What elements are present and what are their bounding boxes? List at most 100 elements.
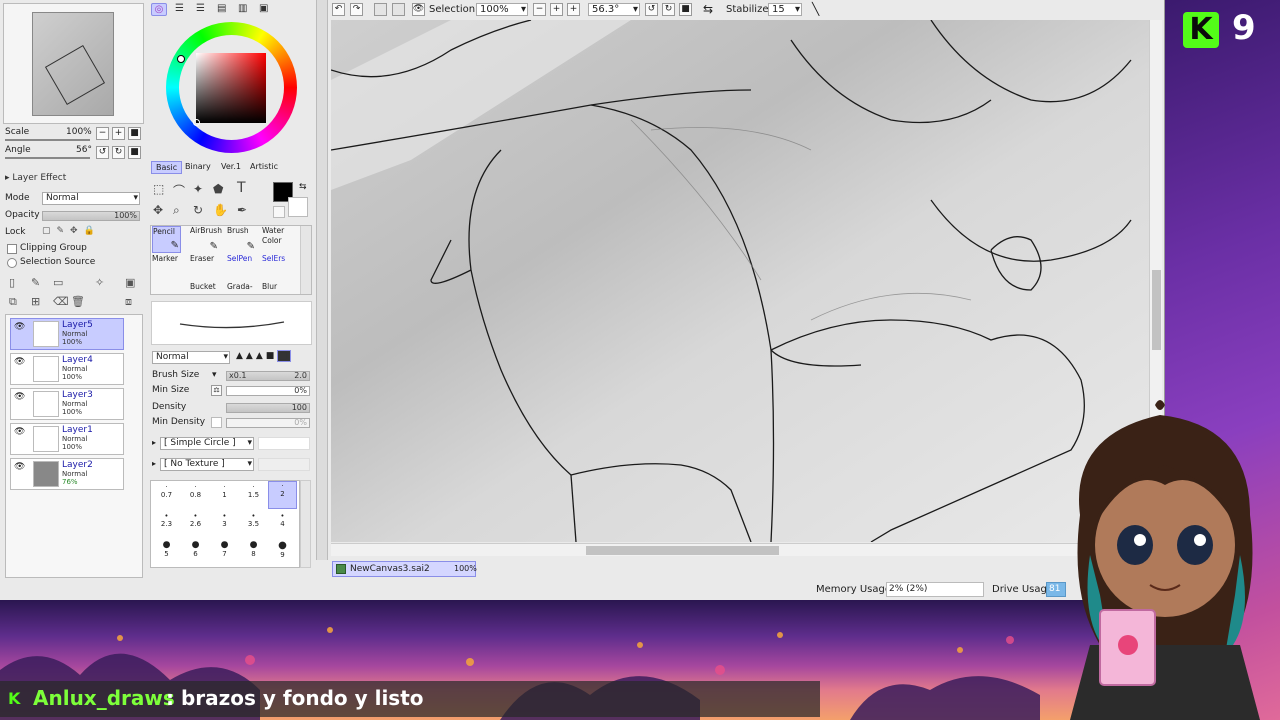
- rotate-icon[interactable]: ↻: [193, 203, 203, 217]
- tab-artistic[interactable]: Artistic: [250, 162, 278, 171]
- drawing-canvas[interactable]: [331, 20, 1149, 542]
- layer-row[interactable]: 👁 Layer5 Normal 100%: [10, 318, 124, 350]
- copy-layer-icon[interactable]: ⧉: [9, 295, 17, 309]
- tool-selers[interactable]: SelErs: [262, 254, 291, 281]
- lasso-icon[interactable]: ⌒: [173, 182, 185, 199]
- scale-slider[interactable]: [5, 139, 90, 141]
- min-density-toggle-icon[interactable]: [211, 417, 222, 428]
- hsv-slider-tab-icon[interactable]: ☰: [196, 3, 205, 14]
- secondary-color-swatch[interactable]: [288, 197, 308, 217]
- redo-button[interactable]: ↷: [350, 3, 363, 16]
- swatches-tab-icon[interactable]: ▤: [217, 3, 226, 14]
- zoom-out-button[interactable]: −: [96, 127, 109, 140]
- tool-marker[interactable]: Marker: [152, 254, 181, 281]
- scrollbar-thumb[interactable]: [586, 546, 779, 555]
- clipping-group-checkbox[interactable]: [7, 244, 17, 254]
- size-preset[interactable]: • 2.3: [152, 512, 181, 540]
- brush-texture-strength[interactable]: [258, 458, 310, 471]
- zoom-fit-button[interactable]: +: [567, 3, 580, 16]
- show-selection-icon[interactable]: 👁: [412, 3, 425, 16]
- min-size-slider[interactable]: 0%: [226, 386, 310, 396]
- eye-icon[interactable]: 👁: [14, 357, 25, 367]
- size-preset[interactable]: ● 6: [181, 540, 210, 568]
- size-preset[interactable]: ● 8: [239, 540, 268, 568]
- chevron-down-icon[interactable]: ▾: [212, 370, 217, 380]
- zoom-icon[interactable]: ⌕: [173, 203, 180, 218]
- new-folder-icon[interactable]: ▭: [53, 276, 63, 289]
- magic-wand-icon[interactable]: ✦: [193, 182, 203, 196]
- size-preset[interactable]: · 1.5: [239, 483, 268, 511]
- selection-source-checkbox[interactable]: [7, 258, 17, 268]
- eye-icon[interactable]: 👁: [14, 392, 25, 402]
- size-preset[interactable]: • 3: [210, 512, 239, 540]
- move-icon[interactable]: ✥: [153, 203, 163, 217]
- rotation-select[interactable]: 56.3° ▾: [588, 3, 640, 16]
- tool-brush[interactable]: Brush ✎: [227, 226, 256, 253]
- expand-arrow-icon[interactable]: ▸: [152, 459, 156, 468]
- merge-down-icon[interactable]: ⊞: [31, 295, 40, 308]
- size-preset-scrollbar[interactable]: [300, 480, 311, 568]
- brush-tip-shapes[interactable]: ▲▲▲■■: [236, 350, 310, 364]
- layer-opacity-slider[interactable]: 100%: [42, 211, 140, 221]
- color-saturation-box[interactable]: [196, 53, 266, 123]
- size-preset[interactable]: ● 7: [210, 540, 239, 568]
- layer-mode-select[interactable]: Normal ▾: [42, 192, 140, 205]
- tool-palette-scrollbar[interactable]: [300, 226, 311, 294]
- zoom-select[interactable]: 100% ▾: [476, 3, 528, 16]
- tool-selpen[interactable]: SelPen: [227, 254, 256, 281]
- layer-mask-icon[interactable]: ⧈: [125, 295, 132, 309]
- brush-texture-select[interactable]: [ No Texture ] ▾: [160, 458, 254, 471]
- min-size-toggle-icon[interactable]: ⚖: [211, 385, 222, 396]
- size-preset-selected[interactable]: · 2: [268, 481, 297, 509]
- hand-icon[interactable]: ✋: [213, 203, 228, 217]
- layer-row[interactable]: 👁 Layer3 Normal 100%: [10, 388, 124, 420]
- lock-icons[interactable]: ▢✎✥🔒: [42, 226, 101, 236]
- rect-select-icon[interactable]: ⬚: [153, 182, 164, 196]
- layer-row[interactable]: 👁 Layer2 Normal 76%: [10, 458, 124, 490]
- document-tab[interactable]: NewCanvas3.sai2 100%: [332, 561, 477, 577]
- eye-icon[interactable]: 👁: [14, 322, 25, 332]
- eye-icon[interactable]: 👁: [14, 462, 25, 472]
- brush-shape-strength[interactable]: [258, 437, 310, 450]
- swap-colors-icon[interactable]: ⇆: [299, 182, 307, 192]
- select-all-button[interactable]: [392, 3, 405, 16]
- deselect-button[interactable]: [374, 3, 387, 16]
- size-preset[interactable]: • 3.5: [239, 512, 268, 540]
- brush-size-slider[interactable]: x0.1 2.0: [226, 371, 310, 381]
- blend-mode-select[interactable]: Normal ▾: [152, 351, 230, 364]
- rotate-right-button[interactable]: ↻: [662, 3, 675, 16]
- tool-watercolor[interactable]: Water Color: [262, 226, 298, 253]
- navigator-preview[interactable]: [32, 12, 114, 116]
- rgb-slider-tab-icon[interactable]: ☰: [175, 3, 184, 14]
- density-slider[interactable]: 100: [226, 403, 310, 413]
- zoom-in-button[interactable]: +: [550, 3, 563, 16]
- flip-horizontal-icon[interactable]: ⇆: [703, 2, 713, 16]
- tool-gradation[interactable]: Grada-: [227, 282, 256, 294]
- eyedropper-icon[interactable]: ✒: [237, 203, 247, 217]
- rotate-right-button[interactable]: ↻: [112, 146, 125, 159]
- rotate-left-button[interactable]: ↺: [645, 3, 658, 16]
- tool-eraser[interactable]: Eraser: [190, 254, 219, 281]
- min-density-slider[interactable]: 0%: [226, 418, 310, 428]
- angle-slider[interactable]: [5, 157, 90, 159]
- zoom-out-button[interactable]: −: [533, 3, 546, 16]
- tab-basic[interactable]: Basic: [151, 161, 183, 174]
- layer-effect-header[interactable]: ▸ Layer Effect: [5, 173, 66, 183]
- straight-line-icon[interactable]: ╲: [812, 2, 819, 16]
- size-preset[interactable]: ● 5: [152, 540, 181, 568]
- tool-blur[interactable]: Blur: [262, 282, 291, 294]
- layer-row[interactable]: 👁 Layer4 Normal 100%: [10, 353, 124, 385]
- brush-shape-select[interactable]: [ Simple Circle ] ▾: [160, 437, 254, 450]
- color-wheel-tab-icon[interactable]: ◎: [151, 3, 167, 16]
- scrollbar-thumb[interactable]: [1152, 270, 1161, 350]
- rotate-reset-button[interactable]: ■: [128, 146, 141, 159]
- undo-button[interactable]: ↶: [332, 3, 345, 16]
- rotate-left-button[interactable]: ↺: [96, 146, 109, 159]
- new-layer-icon[interactable]: ▯: [9, 276, 15, 289]
- delete-layer-icon[interactable]: 🗑: [71, 295, 85, 308]
- eye-icon[interactable]: 👁: [14, 427, 25, 437]
- size-preset[interactable]: · 0.7: [152, 483, 181, 511]
- layer-filter-icon[interactable]: ✧: [95, 276, 104, 289]
- panel-divider[interactable]: [316, 0, 328, 560]
- tool-bucket[interactable]: Bucket: [190, 282, 219, 294]
